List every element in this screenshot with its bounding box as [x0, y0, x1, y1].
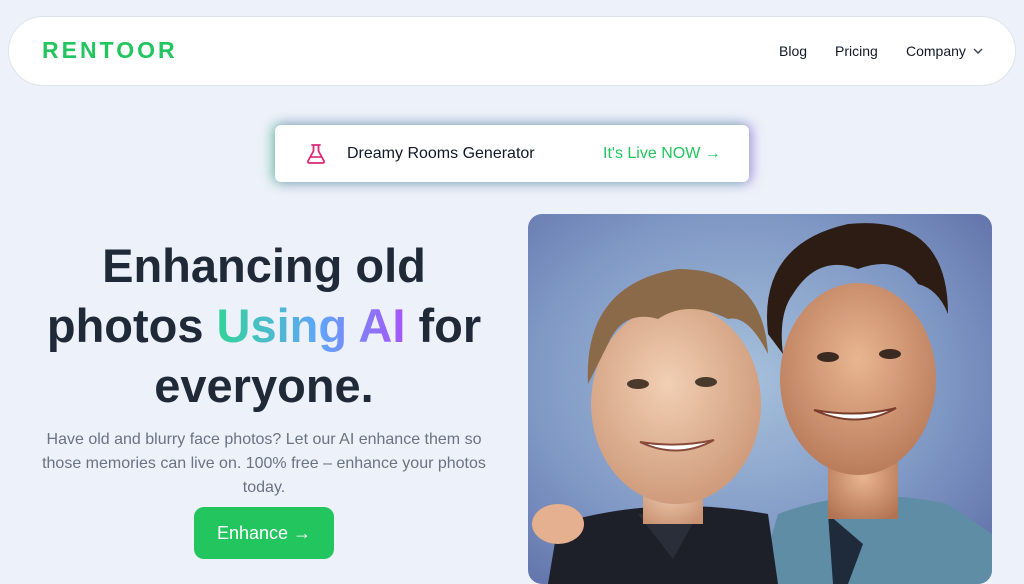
hero-photo [528, 214, 992, 584]
enhance-button[interactable]: Enhance → [194, 507, 334, 559]
banner-text: Dreamy Rooms Generator [347, 145, 535, 162]
brand-logo[interactable]: RENTOOR [42, 37, 178, 64]
flask-icon [307, 144, 325, 164]
nav-link-blog[interactable]: Blog [779, 43, 807, 59]
hero-title-line-3: everyone. [154, 359, 374, 412]
nav-link-pricing[interactable]: Pricing [835, 43, 878, 59]
hero-title-line-2a: photos [46, 299, 217, 352]
hero-title: Enhancing old photos Using AI for everyo… [24, 236, 504, 416]
nav-dropdown-company[interactable]: Company [906, 43, 984, 59]
hero-title-highlight: Using AI [216, 299, 406, 352]
hero-subtitle: Have old and blurry face photos? Let our… [42, 431, 486, 496]
hero-title-line-2b: for [405, 299, 482, 352]
nav-company-label: Company [906, 43, 966, 59]
top-navbar: RENTOOR Blog Pricing Company [8, 16, 1016, 86]
announcement-banner[interactable]: Dreamy Rooms Generator It's Live NOW → [275, 125, 749, 182]
banner-live-link[interactable]: It's Live NOW → [603, 145, 721, 163]
hero-title-line-1: Enhancing old [102, 239, 426, 292]
chevron-down-icon [973, 48, 983, 54]
